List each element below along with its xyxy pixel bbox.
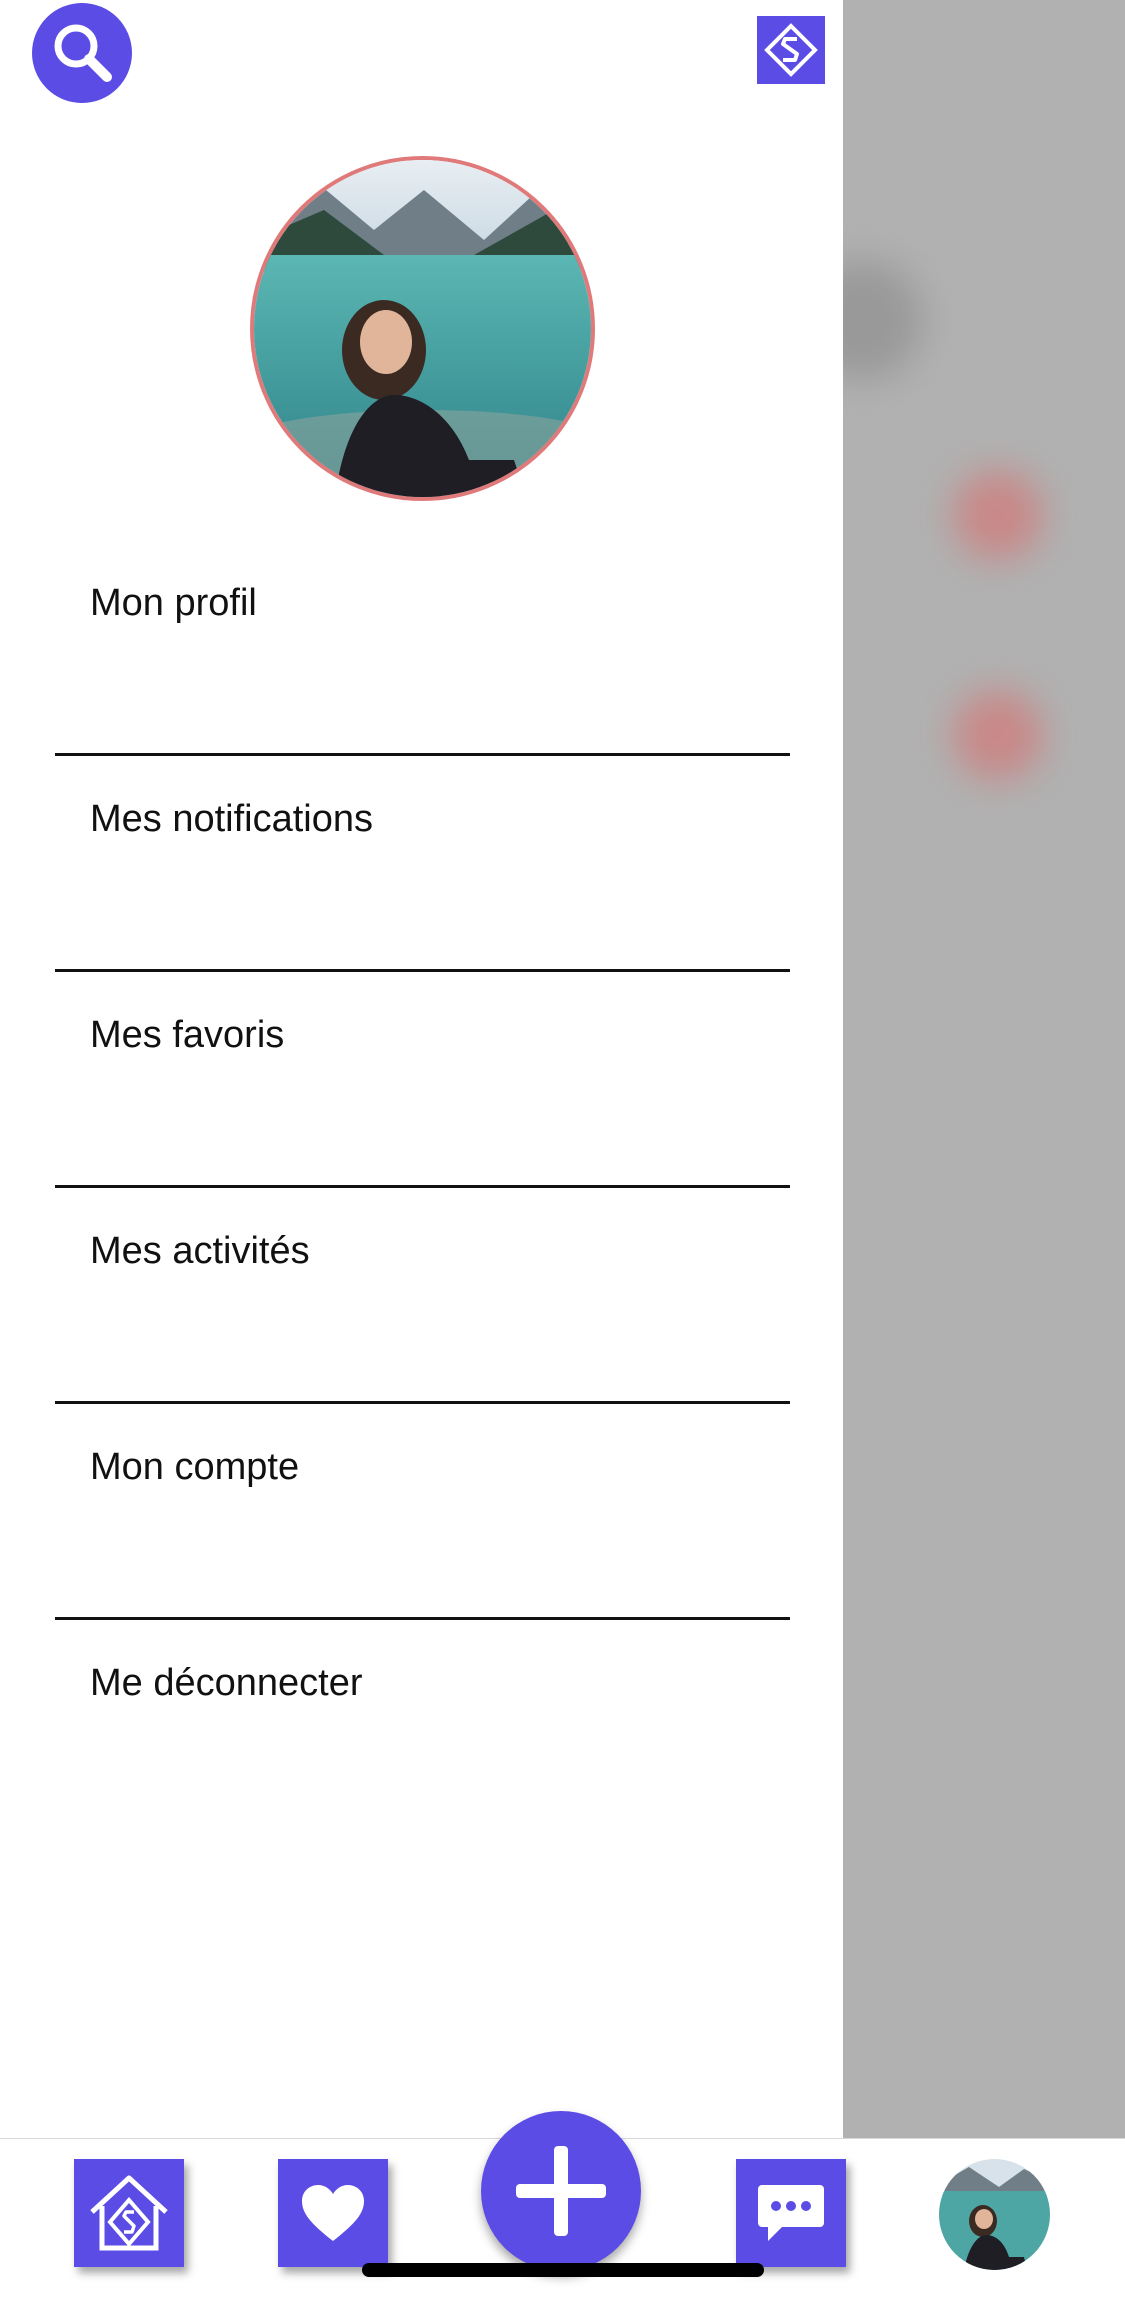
profile-avatar[interactable]	[250, 156, 595, 501]
menu-item-label: Mes favoris	[90, 1014, 285, 1056]
blurred-content	[953, 690, 1043, 780]
bottom-tab-bar	[0, 2111, 1125, 2300]
app-logo-icon	[764, 23, 818, 77]
tab-profile-avatar[interactable]	[939, 2159, 1050, 2270]
drawer-menu: Mon profil Mes notifications Mes favoris…	[55, 540, 790, 1836]
menu-item-mes-activites[interactable]: Mes activités	[55, 1188, 790, 1404]
menu-item-me-deconnecter[interactable]: Me déconnecter	[55, 1620, 790, 1836]
menu-item-mes-favoris[interactable]: Mes favoris	[55, 972, 790, 1188]
tab-home[interactable]	[74, 2159, 184, 2267]
chat-icon	[758, 2185, 824, 2241]
home-icon	[90, 2175, 168, 2251]
plus-icon	[516, 2146, 606, 2236]
menu-item-mes-notifications[interactable]: Mes notifications	[55, 756, 790, 972]
menu-item-label: Me déconnecter	[90, 1662, 363, 1704]
menu-item-label: Mon profil	[90, 582, 257, 624]
menu-item-label: Mes notifications	[90, 798, 374, 840]
side-drawer: Mon profil Mes notifications Mes favoris…	[0, 0, 843, 2138]
menu-item-mon-compte[interactable]: Mon compte	[55, 1404, 790, 1620]
search-icon	[54, 24, 112, 82]
menu-item-label: Mes activités	[90, 1230, 310, 1272]
tab-favorites[interactable]	[278, 2159, 388, 2267]
logo-button[interactable]	[757, 16, 825, 84]
tab-messages[interactable]	[736, 2159, 846, 2267]
menu-item-mon-profil[interactable]: Mon profil	[55, 540, 790, 756]
blurred-content	[843, 260, 923, 380]
search-button[interactable]	[32, 3, 132, 103]
heart-icon	[302, 2185, 364, 2241]
dimmed-background[interactable]	[843, 0, 1125, 2138]
blurred-content	[953, 470, 1043, 560]
menu-item-label: Mon compte	[90, 1446, 300, 1488]
home-indicator	[362, 2263, 764, 2277]
tab-add-button[interactable]	[481, 2111, 641, 2271]
